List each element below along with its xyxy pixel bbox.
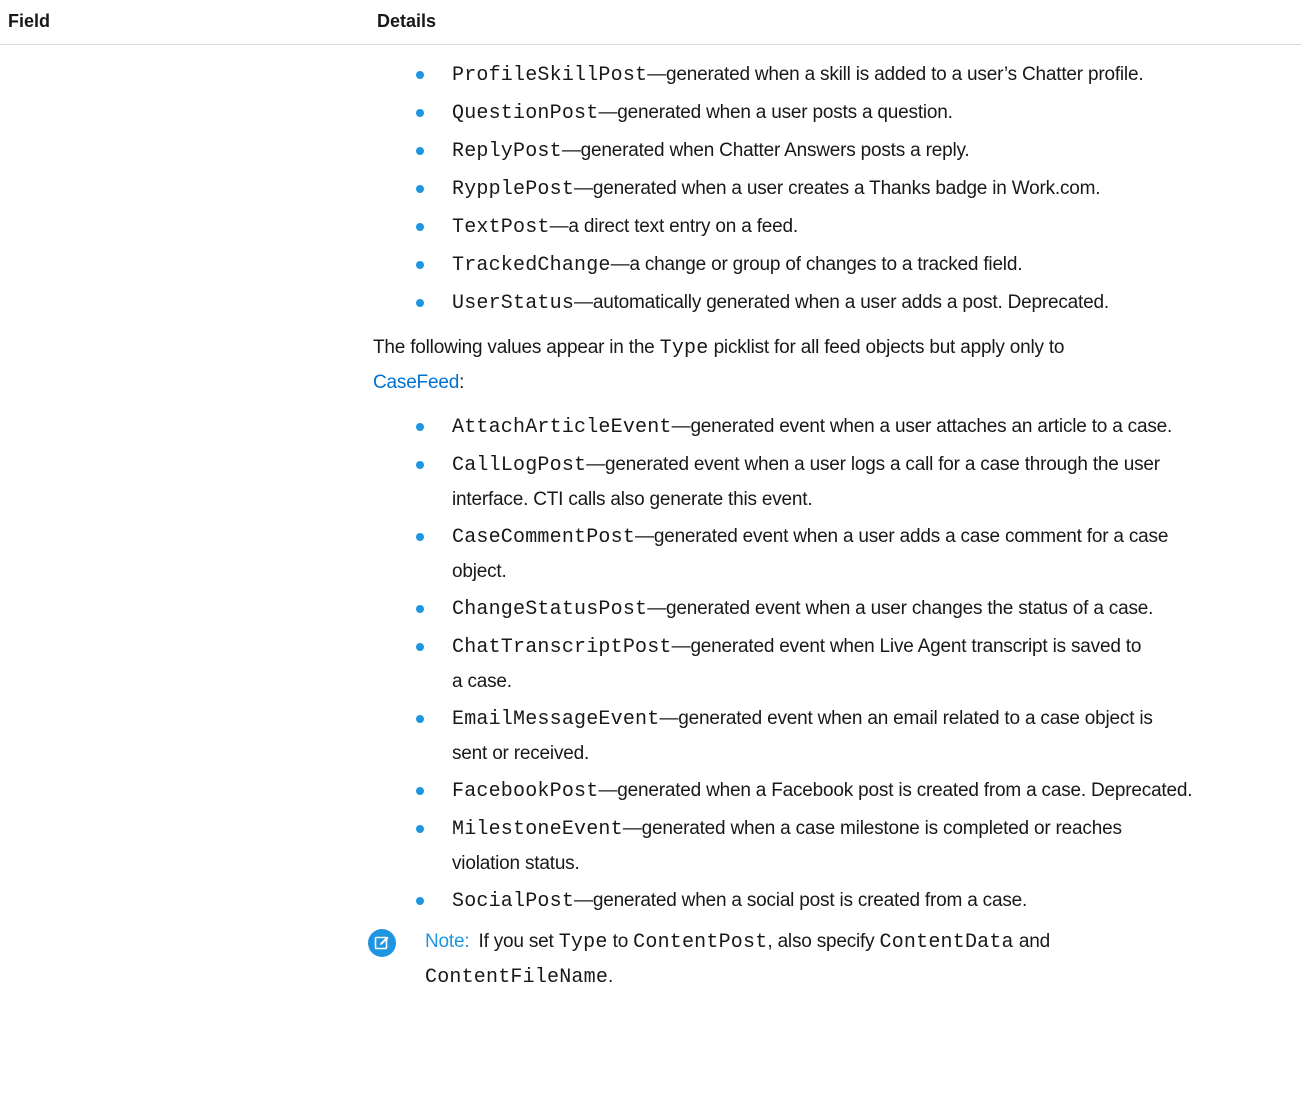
case-feed-type-list: AttachArticleEvent—generated event when … xyxy=(413,410,1293,919)
note-callout: Note: If you set Type to ContentPost, al… xyxy=(363,925,1293,995)
note-text: . xyxy=(608,966,614,987)
bullet-dot-icon xyxy=(416,643,424,651)
intro-type-code: Type xyxy=(659,337,709,360)
post-type-list: ProfileSkillPost—generated when a skill … xyxy=(413,58,1293,321)
type-description: —generated event when an email related t… xyxy=(659,708,1153,729)
type-code: CallLogPost xyxy=(452,454,587,477)
type-code: ReplyPost xyxy=(452,140,562,163)
case-feed-intro: The following values appear in the Type … xyxy=(373,331,1293,400)
list-item: UserStatus—automatically generated when … xyxy=(413,286,1293,321)
list-item: ChatTranscriptPost—generated event when … xyxy=(413,630,1293,699)
note-code-contentfilename: ContentFileName xyxy=(425,966,609,989)
bullet-dot-icon xyxy=(416,605,424,613)
intro-text-before: The following values appear in the xyxy=(373,337,655,358)
type-description: —a direct text entry on a feed. xyxy=(549,216,799,237)
type-description: —generated when a case milestone is comp… xyxy=(622,818,1122,839)
type-code: ChangeStatusPost xyxy=(452,598,648,621)
type-description: —generated when a Facebook post is creat… xyxy=(598,780,1193,801)
type-code: CaseCommentPost xyxy=(452,526,636,549)
bullet-dot-icon xyxy=(416,109,424,117)
bullet-dot-icon xyxy=(416,185,424,193)
list-item: ReplyPost—generated when Chatter Answers… xyxy=(413,134,1293,169)
type-code: EmailMessageEvent xyxy=(452,708,660,731)
bullet-dot-icon xyxy=(416,897,424,905)
type-description-cont: violation status. xyxy=(452,853,580,874)
type-description-cont: object. xyxy=(452,561,507,582)
type-code: QuestionPost xyxy=(452,102,599,125)
bullet-dot-icon xyxy=(416,825,424,833)
type-code: TextPost xyxy=(452,216,550,239)
type-description-cont: sent or received. xyxy=(452,743,590,764)
type-description: —generated when Chatter Answers posts a … xyxy=(561,140,970,161)
bullet-dot-icon xyxy=(416,461,424,469)
type-description-cont: interface. CTI calls also generate this … xyxy=(452,489,813,510)
type-description: —generated when a user creates a Thanks … xyxy=(574,178,1101,199)
bullet-dot-icon xyxy=(416,261,424,269)
bullet-dot-icon xyxy=(416,423,424,431)
column-header-field: Field xyxy=(8,11,51,31)
type-code: ProfileSkillPost xyxy=(452,64,648,87)
list-item: RypplePost—generated when a user creates… xyxy=(413,172,1293,207)
note-text: and xyxy=(1018,931,1050,952)
bullet-dot-icon xyxy=(416,533,424,541)
intro-text-end: : xyxy=(459,372,465,393)
type-description-cont: a case. xyxy=(452,671,512,692)
column-header-details: Details xyxy=(377,11,437,31)
list-item: CallLogPost—generated event when a user … xyxy=(413,448,1293,517)
type-description: —generated event when a user attaches an… xyxy=(671,416,1173,437)
bullet-dot-icon xyxy=(416,299,424,307)
type-description: —generated event when a user logs a call… xyxy=(586,454,1160,475)
type-code: RypplePost xyxy=(452,178,575,201)
note-code-type: Type xyxy=(558,931,608,954)
list-item: ProfileSkillPost—generated when a skill … xyxy=(413,58,1293,93)
type-description: —generated event when Live Agent transcr… xyxy=(671,636,1142,657)
bullet-dot-icon xyxy=(416,715,424,723)
list-item: AttachArticleEvent—generated event when … xyxy=(413,410,1293,445)
list-item: QuestionPost—generated when a user posts… xyxy=(413,96,1293,131)
list-item: CaseCommentPost—generated event when a u… xyxy=(413,520,1293,589)
list-item: MilestoneEvent—generated when a case mil… xyxy=(413,812,1293,881)
type-code: FacebookPost xyxy=(452,780,599,803)
note-text: If you set xyxy=(478,931,554,952)
bullet-dot-icon xyxy=(416,147,424,155)
type-description: —generated when a skill is added to a us… xyxy=(647,64,1144,85)
type-description: —generated when a user posts a question. xyxy=(598,102,953,123)
bullet-dot-icon xyxy=(416,223,424,231)
type-code: AttachArticleEvent xyxy=(452,416,672,439)
intro-text-after: picklist for all feed objects but apply … xyxy=(713,337,1065,358)
list-item: TrackedChange—a change or group of chang… xyxy=(413,248,1293,283)
list-item: FacebookPost—generated when a Facebook p… xyxy=(413,774,1293,809)
type-description: —generated when a social post is created… xyxy=(574,890,1028,911)
note-code-contentdata: ContentData xyxy=(879,931,1014,954)
type-description: —a change or group of changes to a track… xyxy=(610,254,1023,275)
casefeed-link[interactable]: CaseFeed xyxy=(373,372,459,393)
type-code: UserStatus xyxy=(452,292,575,315)
type-description: —generated event when a user changes the… xyxy=(647,598,1154,619)
list-item: ChangeStatusPost—generated event when a … xyxy=(413,592,1293,627)
note-text: , also specify xyxy=(767,931,875,952)
type-code: ChatTranscriptPost xyxy=(452,636,672,659)
note-label: Note: xyxy=(425,931,470,952)
list-item: EmailMessageEvent—generated event when a… xyxy=(413,702,1293,771)
type-code: MilestoneEvent xyxy=(452,818,623,841)
type-description: —generated event when a user adds a case… xyxy=(635,526,1169,547)
type-code: SocialPost xyxy=(452,890,575,913)
list-item: TextPost—a direct text entry on a feed. xyxy=(413,210,1293,245)
list-item: SocialPost—generated when a social post … xyxy=(413,884,1293,919)
details-cell: ProfileSkillPost—generated when a skill … xyxy=(368,58,1293,995)
type-code: TrackedChange xyxy=(452,254,611,277)
edit-note-icon xyxy=(368,929,396,957)
table-header: Field Details xyxy=(0,0,1301,45)
note-text: to xyxy=(612,931,629,952)
bullet-dot-icon xyxy=(416,787,424,795)
bullet-dot-icon xyxy=(416,71,424,79)
type-description: —automatically generated when a user add… xyxy=(574,292,1109,313)
note-code-contentpost: ContentPost xyxy=(633,931,768,954)
